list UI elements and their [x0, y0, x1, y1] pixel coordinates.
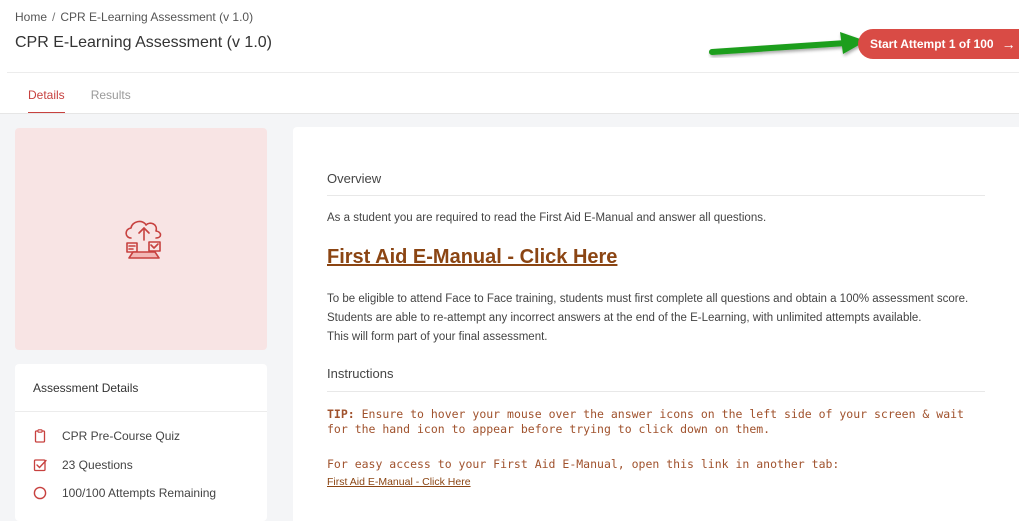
arrow-right-icon: →: [1001, 36, 1016, 52]
overview-card: Overview As a student you are required t…: [293, 127, 1019, 521]
detail-questions-label: 23 Questions: [62, 458, 133, 472]
instructions-heading: Instructions: [327, 366, 394, 381]
header-divider: [7, 72, 1019, 73]
top-bar: Home / CPR E-Learning Assessment (v 1.0) C…: [0, 0, 1019, 114]
detail-question-count: 23 Questions: [33, 458, 133, 472]
detail-quiz-name: CPR Pre-Course Quiz: [33, 429, 180, 443]
instructions-divider: [327, 391, 985, 392]
checkbox-icon: [33, 459, 47, 472]
green-arrow-annotation: [709, 32, 866, 55]
tab-details[interactable]: Details: [15, 80, 78, 114]
breadcrumb-separator: /: [52, 10, 56, 24]
clipboard-icon: [34, 429, 46, 443]
cloud-upload-illustration-icon: [125, 220, 162, 259]
start-attempt-label: Start Attempt 1 of 100: [870, 37, 994, 51]
circle-icon: [33, 486, 47, 500]
assessment-details-card: Assessment Details CPR Pre-Course Quiz 2…: [15, 364, 267, 521]
breadcrumb: Home / CPR E-Learning Assessment (v 1.0): [15, 10, 253, 24]
first-aid-manual-link[interactable]: First Aid E-Manual - Click Here: [327, 246, 617, 269]
overview-heading: Overview: [327, 171, 382, 186]
tip-label: TIP:: [327, 407, 355, 421]
detail-attempts-label: 100/100 Attempts Remaining: [62, 486, 217, 500]
breadcrumb-current: CPR E-Learning Assessment (v 1.0): [60, 10, 254, 24]
page-title: CPR E-Learning Assessment (v 1.0): [15, 34, 272, 51]
start-attempt-button[interactable]: Start Attempt 1 of 100 →: [858, 29, 1019, 59]
tip-text: TIP: Ensure to hover your mouse over the…: [327, 407, 987, 437]
assessment-details-heading: Assessment Details: [15, 364, 267, 412]
first-aid-manual-small-link[interactable]: First Aid E-Manual - Click Here: [327, 476, 471, 488]
tab-bar: Details Results: [15, 80, 144, 114]
breadcrumb-home-link[interactable]: Home: [15, 10, 47, 24]
overview-intro-text: As a student you are required to read th…: [327, 212, 767, 224]
tip-body: Ensure to hover your mouse over the answ…: [327, 407, 964, 436]
assessment-image-card: [15, 128, 267, 350]
detail-quiz-label: CPR Pre-Course Quiz: [62, 429, 181, 443]
eligibility-text: To be eligible to attend Face to Face tr…: [327, 290, 968, 347]
eligibility-line-3: This will form part of your final assess…: [327, 331, 548, 343]
detail-attempts-remaining: 100/100 Attempts Remaining: [33, 486, 216, 500]
eligibility-line-1: To be eligible to attend Face to Face tr…: [327, 293, 969, 305]
easy-access-text: For easy access to your First Aid E-Manu…: [327, 457, 840, 471]
overview-divider: [327, 195, 985, 196]
tabs-divider: [0, 113, 1019, 114]
tab-results[interactable]: Results: [78, 80, 144, 114]
eligibility-line-2: Students are able to re-attempt any inco…: [327, 312, 922, 324]
